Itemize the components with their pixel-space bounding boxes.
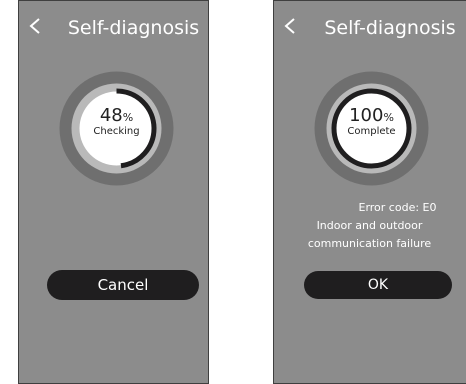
page-title: Self-diagnosis xyxy=(67,17,200,39)
error-description-line: Indoor and outdoor xyxy=(316,219,423,232)
self-diagnosis-screen-complete: Self-diagnosis 100% Complete Error code:… xyxy=(273,0,466,384)
error-description-line: communication failure xyxy=(307,237,432,250)
progress-status: Complete xyxy=(347,126,396,137)
progress-gauge: 100% Complete xyxy=(314,71,429,186)
self-diagnosis-screen-checking: Self-diagnosis 48% Checking Cancel xyxy=(18,0,209,384)
cancel-button[interactable]: Cancel xyxy=(47,270,199,300)
error-message: Error code: E0 Indoor and outdoor commun… xyxy=(274,199,465,253)
ok-button[interactable]: OK xyxy=(304,271,452,299)
back-chevron-icon[interactable] xyxy=(282,17,298,35)
progress-percent: 48% xyxy=(99,105,134,126)
page-title: Self-diagnosis xyxy=(324,17,456,39)
progress-gauge: 48% Checking xyxy=(59,71,174,186)
progress-percent: 100% xyxy=(349,105,394,126)
error-code: Error code: E0 xyxy=(358,201,437,214)
back-chevron-icon[interactable] xyxy=(27,17,43,35)
progress-status: Checking xyxy=(93,126,140,137)
